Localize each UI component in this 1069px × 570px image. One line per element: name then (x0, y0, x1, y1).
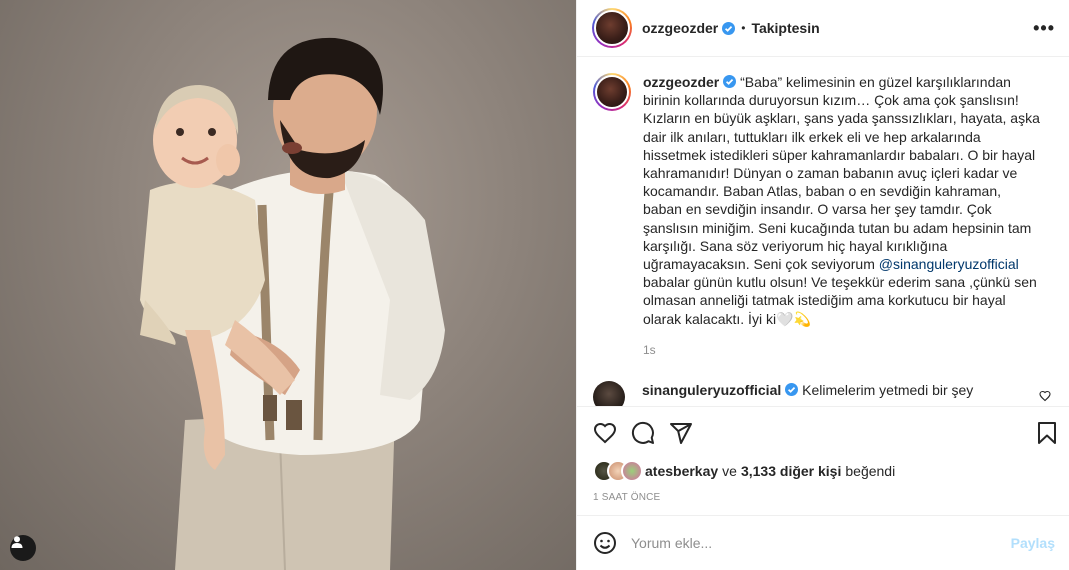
smiley-icon[interactable] (593, 531, 617, 555)
caption-text-2: babalar günün kutlu olsun! Ve teşekkür e… (643, 274, 1037, 327)
comment-text: Kelimelerim yetmedi bir şey (802, 382, 974, 399)
photo-illustration (140, 37, 445, 570)
paper-plane-icon[interactable] (669, 421, 693, 445)
caption-body: ozzgeozder “Baba” kelimesinin en güzel k… (643, 73, 1041, 359)
caption-avatar[interactable] (593, 73, 631, 111)
caption-time[interactable]: 1s (643, 341, 1041, 359)
commenter-avatar[interactable] (593, 381, 625, 406)
liker-username[interactable]: atesberkay (645, 463, 718, 479)
verified-badge-icon (723, 75, 737, 88)
comment-icon[interactable] (631, 421, 655, 445)
comment-item: sinanguleryuzofficial Kelimelerim yetmed… (593, 381, 1053, 406)
post-photo[interactable] (0, 0, 576, 570)
caption-username[interactable]: ozzgeozder (643, 74, 719, 90)
comment-body: sinanguleryuzofficial Kelimelerim yetmed… (642, 381, 1022, 406)
person-icon (11, 536, 23, 548)
follow-status-button[interactable]: Takiptesin (751, 20, 819, 36)
caption: ozzgeozder “Baba” kelimesinin en güzel k… (593, 73, 1053, 359)
add-comment-bar: Paylaş (577, 515, 1069, 570)
post-comment-button[interactable]: Paylaş (1011, 535, 1055, 551)
author-username[interactable]: ozzgeozder (642, 20, 718, 36)
caption-emoji: 🤍💫 (776, 310, 811, 327)
likes-summary: atesberkay ve 3,133 diğer kişi beğendi (577, 458, 1069, 484)
caption-text-1: “Baba” kelimesinin en güzel karşılıkları… (643, 74, 1040, 273)
verified-badge-icon (785, 383, 799, 397)
verified-badge-icon (722, 21, 736, 35)
caption-mention-link[interactable]: @sinanguleryuzofficial (879, 256, 1019, 272)
post-timestamp[interactable]: 1 SAAT ÖNCE (577, 484, 1069, 515)
bookmark-icon[interactable] (1035, 421, 1059, 445)
liker-avatar (621, 460, 643, 482)
post-header: ozzgeozder • Takiptesin ••• (577, 0, 1069, 57)
comments-area: ozzgeozder “Baba” kelimesinin en güzel k… (577, 57, 1069, 406)
user-tag-icon[interactable] (10, 535, 36, 561)
separator-dot: • (741, 21, 746, 35)
likes-suffix: beğendi (845, 463, 896, 479)
post-side-panel: ozzgeozder • Takiptesin ••• ozzgeozder “… (576, 0, 1069, 570)
heart-icon[interactable] (593, 421, 617, 445)
likes-count-link[interactable]: 3,133 diğer kişi (741, 463, 841, 479)
instagram-post-modal: ozzgeozder • Takiptesin ••• ozzgeozder “… (0, 0, 1069, 570)
liker-avatars[interactable] (593, 460, 645, 482)
comment-input[interactable] (631, 535, 1011, 551)
author-avatar[interactable] (592, 8, 632, 48)
comment-like-heart-icon[interactable] (1039, 390, 1051, 402)
more-options-icon[interactable]: ••• (1033, 18, 1055, 39)
commenter-username[interactable]: sinanguleryuzofficial (642, 382, 781, 398)
likes-connector: ve (722, 463, 737, 479)
action-bar (577, 406, 1069, 458)
